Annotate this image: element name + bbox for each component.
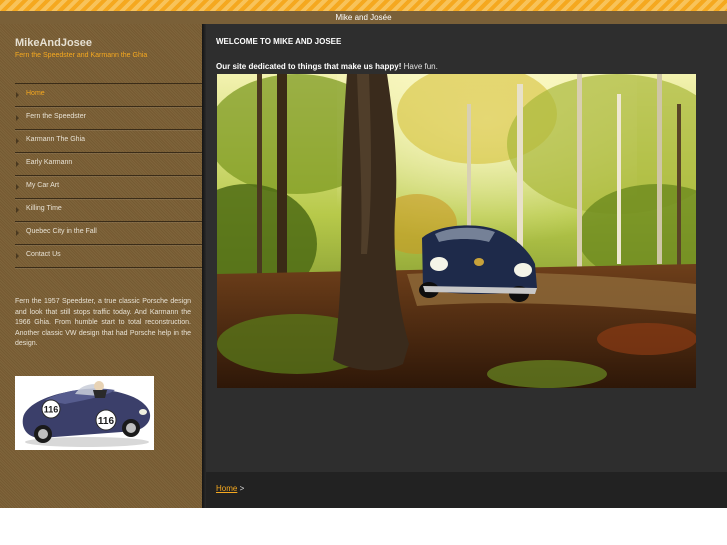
nav-item-home[interactable]: Home [15, 84, 202, 107]
page-title-bar: Mike and Josée [0, 11, 727, 24]
nav-item-label: Early Karmann [26, 159, 73, 166]
site-name[interactable]: MikeAndJosee [15, 37, 92, 49]
nav-item-label: Home [26, 90, 45, 97]
sidebar-description: Fern the 1957 Speedster, a true classic … [15, 298, 191, 347]
breadcrumb-separator: > [237, 484, 245, 493]
top-stripe [0, 0, 727, 11]
nav-item-label: Contact Us [26, 251, 61, 258]
site-tagline: Fern the Speedster and Karmann the Ghia [15, 52, 148, 59]
nav-bullet-icon [16, 184, 19, 190]
main-content: WELCOME TO MIKE AND JOSEE Our site dedic… [206, 24, 727, 472]
breadcrumb: Home > [216, 484, 244, 493]
intro-rest: Have fun. [401, 62, 438, 71]
nav-item-label: Fern the Speedster [26, 113, 86, 120]
nav-item-label: My Car Art [26, 182, 60, 189]
nav-item-label: Killing Time [26, 205, 62, 212]
nav-item-contact-us[interactable]: Contact Us [15, 245, 202, 268]
forest-car-photo [217, 74, 696, 388]
nav-bullet-icon [16, 92, 19, 98]
nav-item-fern-the-speedster[interactable]: Fern the Speedster [15, 107, 202, 130]
nav-bullet-icon [16, 230, 19, 236]
nav-item-label: Quebec City in the Fall [26, 228, 97, 235]
nav-bullet-icon [16, 138, 19, 144]
speedster-illustration: 116 116 [15, 376, 154, 450]
page: Mike and Josée MikeAndJosee Fern the Spe… [0, 0, 727, 545]
car-number: 116 [44, 405, 59, 415]
nav-item-karmann-the-ghia[interactable]: Karmann The Ghia [15, 130, 202, 153]
nav-bullet-icon [16, 161, 19, 167]
nav-bullet-icon [16, 207, 19, 213]
nav-item-early-karmann[interactable]: Early Karmann [15, 153, 202, 176]
nav-bullet-icon [16, 115, 19, 121]
breadcrumb-home-link[interactable]: Home [216, 484, 237, 493]
page-title: Mike and Josée [335, 13, 392, 22]
car-number: 116 [98, 416, 115, 427]
nav-item-killing-time[interactable]: Killing Time [15, 199, 202, 222]
welcome-heading: WELCOME TO MIKE AND JOSEE [216, 37, 342, 46]
hero-photo [217, 74, 696, 388]
speedster-car-image: 116 116 [15, 376, 154, 450]
sidebar-nav: Home Fern the Speedster Karmann The Ghia… [15, 83, 202, 268]
nav-item-label: Karmann The Ghia [26, 136, 86, 143]
footer: Home > [206, 472, 727, 508]
nav-bullet-icon [16, 253, 19, 259]
nav-item-my-car-art[interactable]: My Car Art [15, 176, 202, 199]
intro-bold: Our site dedicated to things that make u… [216, 62, 402, 71]
sidebar: MikeAndJosee Fern the Speedster and Karm… [0, 24, 202, 508]
nav-item-quebec-city[interactable]: Quebec City in the Fall [15, 222, 202, 245]
intro-text: Our site dedicated to things that make u… [216, 62, 438, 71]
